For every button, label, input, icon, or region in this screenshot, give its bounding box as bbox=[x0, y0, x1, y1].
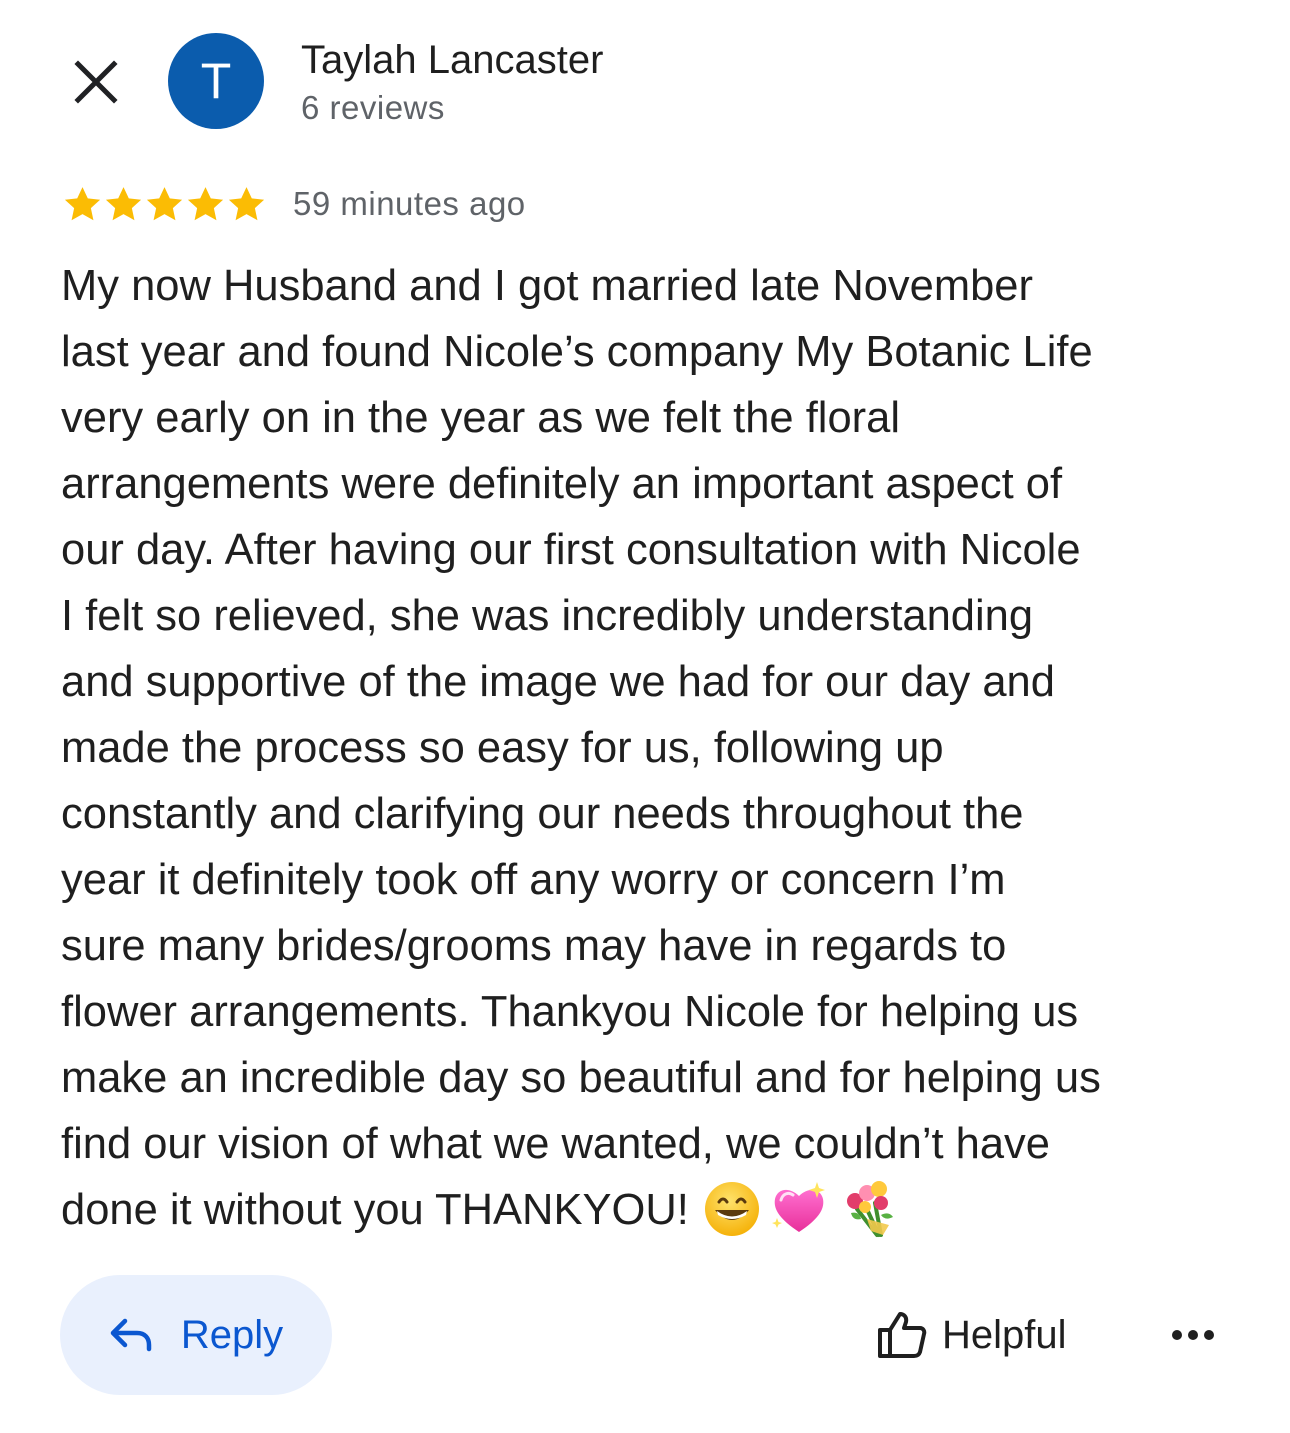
review-line-last: done it without you THANKYOU! bbox=[61, 1177, 1246, 1243]
emoji-group bbox=[703, 1179, 905, 1239]
close-icon bbox=[74, 60, 118, 104]
more-horizontal-icon bbox=[1172, 1330, 1214, 1340]
review-line: arrangements were definitely an importan… bbox=[61, 460, 1063, 508]
avatar-initial: T bbox=[200, 53, 232, 109]
review-text: My now Husband and I got married late No… bbox=[61, 253, 1246, 1243]
review-timestamp: 59 minutes ago bbox=[293, 185, 526, 222]
review-line-text: done it without you THANKYOU! bbox=[61, 1186, 689, 1234]
more-options-button[interactable] bbox=[1166, 1310, 1220, 1360]
review-line: I felt so relieved, she was incredibly u… bbox=[61, 592, 1034, 640]
reply-arrow-icon bbox=[110, 1318, 152, 1352]
review-line: constantly and clarifying our needs thro… bbox=[61, 790, 1024, 838]
review-line: made the process so easy for us, followi… bbox=[61, 724, 944, 772]
helpful-label: Helpful bbox=[942, 1313, 1067, 1357]
star-icon bbox=[105, 186, 142, 220]
star-icon bbox=[187, 186, 224, 220]
review-line: year it definitely took off any worry or… bbox=[61, 856, 1006, 904]
star-icon bbox=[146, 186, 183, 220]
review-line: very early on in the year as we felt the… bbox=[61, 394, 900, 442]
sparkling-heart-emoji bbox=[771, 1181, 825, 1232]
star-rating bbox=[62, 184, 267, 225]
review-line: My now Husband and I got married late No… bbox=[61, 262, 1033, 310]
avatar[interactable]: T bbox=[168, 33, 264, 129]
thumbs-up-icon bbox=[878, 1312, 927, 1358]
helpful-button[interactable]: Helpful bbox=[876, 1305, 1067, 1365]
bouquet-emoji bbox=[846, 1180, 893, 1237]
star-icon bbox=[64, 186, 101, 220]
review-line: last year and found Nicole’s company My … bbox=[61, 328, 1093, 376]
review-line: sure many brides/grooms may have in rega… bbox=[61, 922, 1007, 970]
star-icon bbox=[228, 186, 265, 220]
review-line: make an incredible day so beautiful and … bbox=[61, 1054, 1101, 1102]
grinning-face-emoji bbox=[704, 1181, 759, 1236]
reply-label: Reply bbox=[180, 1313, 284, 1357]
review-count: 6 reviews bbox=[301, 89, 445, 126]
rating-row: 59 minutes ago bbox=[62, 180, 526, 228]
review-line: and supportive of the image we had for o… bbox=[61, 658, 1055, 706]
review-line: flower arrangements. Thankyou Nicole for… bbox=[61, 988, 1079, 1036]
review-line: find our vision of what we wanted, we co… bbox=[61, 1120, 1050, 1168]
close-button[interactable] bbox=[66, 52, 126, 112]
reviewer-name[interactable]: Taylah Lancaster bbox=[301, 36, 603, 84]
review-line: our day. After having our first consulta… bbox=[61, 526, 1081, 574]
reply-button[interactable]: Reply bbox=[60, 1275, 332, 1395]
